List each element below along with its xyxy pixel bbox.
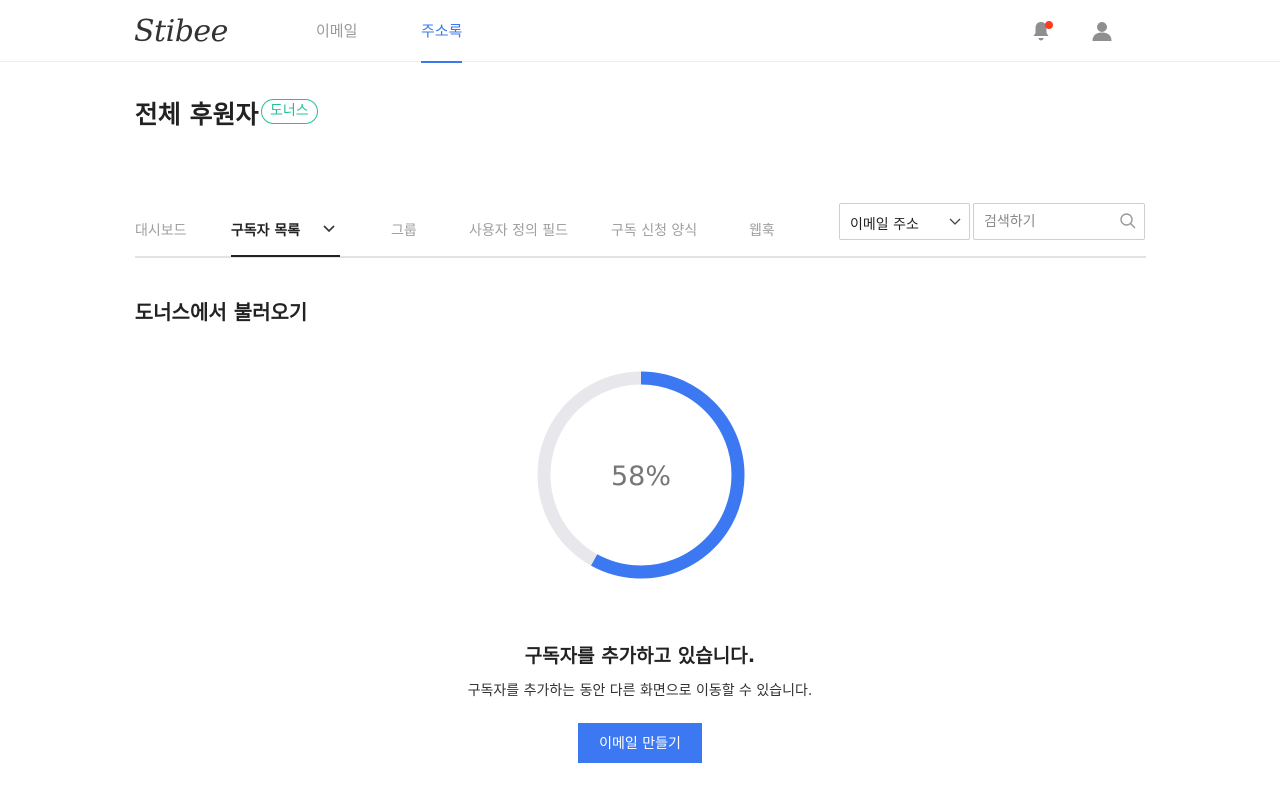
- source-badge: 도너스: [261, 99, 318, 124]
- nav-address-book[interactable]: 주소록: [421, 20, 463, 63]
- user-icon[interactable]: [1091, 20, 1113, 42]
- search-field-select[interactable]: 이메일 주소: [839, 203, 970, 240]
- subscriber-tabs: 대시보드 구독자 목록 그룹 사용자 정의 필드 구독 신청 양식 웹훅 이메일…: [135, 200, 1146, 258]
- tab-webhook[interactable]: 웹훅: [749, 220, 775, 240]
- search-box: [973, 203, 1145, 240]
- chevron-down-icon[interactable]: [322, 224, 336, 234]
- stibee-logo[interactable]: Stibee: [134, 14, 228, 49]
- progress-percentage: 58%: [610, 461, 671, 492]
- chevron-down-icon: [949, 218, 961, 225]
- notification-dot: [1045, 21, 1053, 29]
- active-tab-underline: [231, 255, 340, 257]
- page-title: 전체 후원자: [135, 100, 259, 129]
- tab-signup-form[interactable]: 구독 신청 양식: [611, 220, 697, 240]
- search-input[interactable]: [984, 212, 1114, 232]
- tab-groups[interactable]: 그룹: [391, 220, 417, 240]
- top-navigation: Stibee 이메일 주소록: [0, 0, 1280, 63]
- search-field-select-value: 이메일 주소: [850, 217, 919, 233]
- create-email-button[interactable]: 이메일 만들기: [578, 723, 702, 763]
- section-title: 도너스에서 불러오기: [135, 300, 308, 324]
- status-description: 구독자를 추가하는 동안 다른 화면으로 이동할 수 있습니다.: [467, 683, 813, 699]
- tab-custom-fields[interactable]: 사용자 정의 필드: [469, 220, 568, 240]
- search-icon[interactable]: [1119, 212, 1137, 230]
- nav-email[interactable]: 이메일: [316, 20, 357, 41]
- tab-dashboard[interactable]: 대시보드: [135, 220, 187, 240]
- status-title: 구독자를 추가하고 있습니다.: [524, 645, 756, 667]
- tab-subscriber-list[interactable]: 구독자 목록: [231, 220, 300, 240]
